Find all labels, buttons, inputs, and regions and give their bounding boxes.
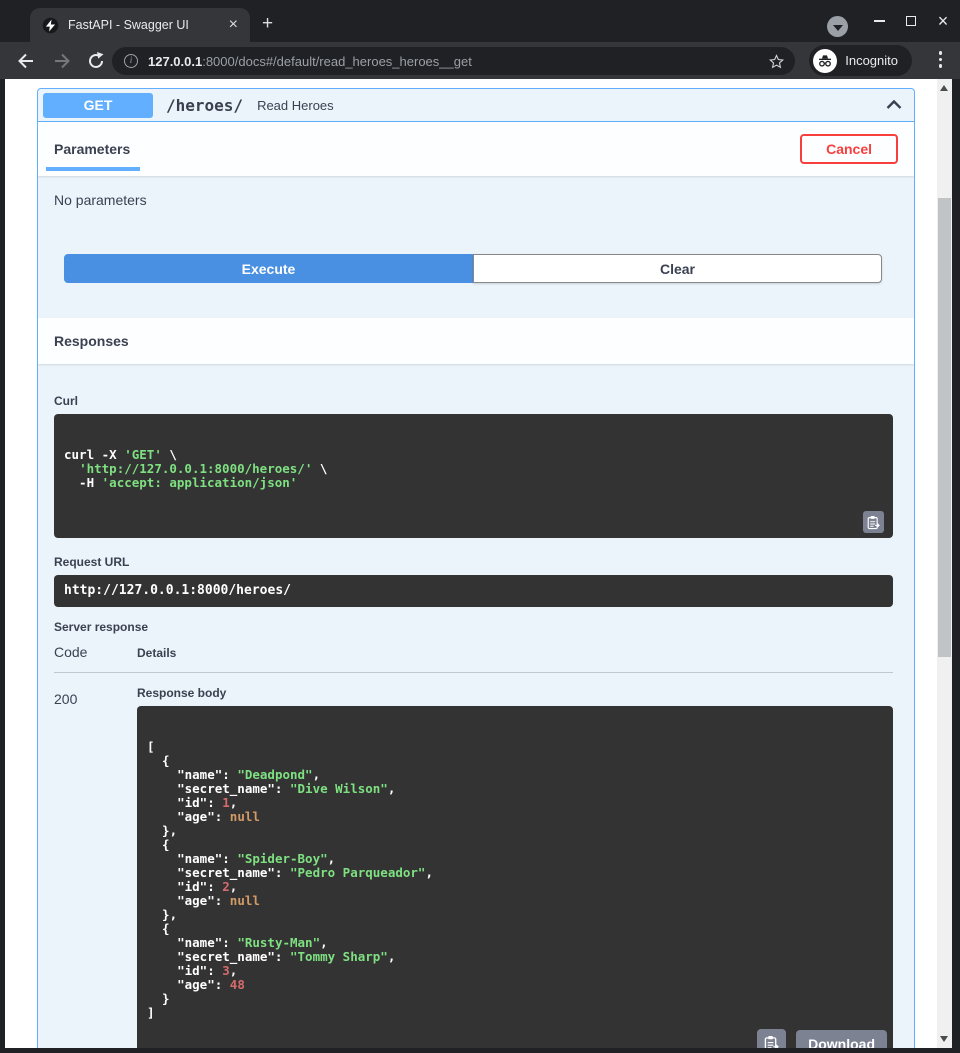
scrollbar-thumb[interactable] xyxy=(938,198,951,657)
url-bar[interactable]: i 127.0.0.1:8000/docs#/default/read_hero… xyxy=(112,47,795,75)
tab-strip: FastAPI - Swagger UI × + × xyxy=(0,0,960,42)
window-controls: × xyxy=(872,0,950,42)
status-code: 200 xyxy=(54,686,137,1048)
curl-command-block: curl -X 'GET' \ 'http://127.0.0.1:8000/h… xyxy=(54,414,893,538)
response-body-json: [ { "name": "Deadpond", "secret_name": "… xyxy=(147,740,883,1020)
request-url-label: Request URL xyxy=(54,555,893,569)
server-response-label: Server response xyxy=(54,620,893,634)
minimize-icon xyxy=(874,20,885,22)
new-tab-button[interactable]: + xyxy=(262,14,273,33)
incognito-badge: Incognito xyxy=(809,45,912,76)
close-button[interactable]: × xyxy=(936,14,950,28)
response-table-header: Code Details xyxy=(54,644,893,673)
clear-button[interactable]: Clear xyxy=(473,254,882,283)
browser-menu-button[interactable] xyxy=(939,51,943,68)
site-info-icon[interactable]: i xyxy=(124,54,138,68)
responses-body: Curl curl -X 'GET' \ 'http://127.0.0.1:8… xyxy=(38,364,914,1048)
browser-toolbar: i 127.0.0.1:8000/docs#/default/read_hero… xyxy=(0,42,960,79)
request-url-value: http://127.0.0.1:8000/heroes/ xyxy=(64,583,291,598)
close-icon: × xyxy=(938,14,949,28)
vertical-scrollbar[interactable] xyxy=(937,79,952,1048)
method-badge: GET xyxy=(43,93,153,118)
download-button[interactable]: Download xyxy=(796,1030,887,1049)
bookmark-star-icon[interactable] xyxy=(768,53,785,70)
tab-close-icon[interactable]: × xyxy=(225,17,242,33)
curl-command-text: curl -X 'GET' \ 'http://127.0.0.1:8000/h… xyxy=(64,448,853,490)
execute-button[interactable]: Execute xyxy=(64,254,473,283)
minimize-button[interactable] xyxy=(872,14,886,28)
endpoint-path: /heroes/ xyxy=(166,96,243,115)
responses-header: Responses xyxy=(38,318,914,364)
clipboard-icon xyxy=(764,1035,779,1048)
tab-search-button[interactable] xyxy=(827,16,848,37)
incognito-label: Incognito xyxy=(845,53,898,68)
tab-title: FastAPI - Swagger UI xyxy=(68,18,225,32)
cancel-button[interactable]: Cancel xyxy=(800,134,898,164)
opblock-summary[interactable]: GET /heroes/ Read Heroes xyxy=(38,89,914,122)
url-host: 127.0.0.1 xyxy=(148,54,202,69)
collapse-chevron-icon[interactable] xyxy=(882,93,906,117)
code-column-header: Code xyxy=(54,644,137,660)
maximize-button[interactable] xyxy=(904,14,918,28)
chevron-down-icon xyxy=(833,25,843,31)
parameters-header: Parameters Cancel xyxy=(38,122,914,176)
forward-button[interactable] xyxy=(52,51,72,71)
incognito-icon xyxy=(813,49,837,73)
response-row-200: 200 Response body [ { "name": "Deadpond"… xyxy=(54,673,893,1048)
url-path: :8000/docs#/default/read_heroes_heroes__… xyxy=(202,54,472,69)
response-body-label: Response body xyxy=(137,686,893,700)
details-column-header: Details xyxy=(137,646,176,660)
scroll-down-arrow-icon[interactable] xyxy=(940,1036,948,1042)
response-body-block: [ { "name": "Deadpond", "secret_name": "… xyxy=(137,706,893,1048)
curl-label: Curl xyxy=(54,394,893,408)
parameters-title: Parameters xyxy=(54,141,130,157)
back-button[interactable] xyxy=(16,51,36,71)
no-parameters-text: No parameters xyxy=(54,192,898,208)
endpoint-summary: Read Heroes xyxy=(257,98,882,113)
page-background: GET /heroes/ Read Heroes Parameters Canc… xyxy=(0,79,960,1053)
opblock-get-heroes: GET /heroes/ Read Heroes Parameters Canc… xyxy=(37,88,915,1048)
responses-title: Responses xyxy=(54,333,129,349)
parameters-tab-underline xyxy=(46,167,140,171)
fastapi-favicon-icon xyxy=(42,17,59,34)
browser-tab[interactable]: FastAPI - Swagger UI × xyxy=(30,8,250,42)
maximize-icon xyxy=(906,16,916,26)
scroll-up-arrow-icon[interactable] xyxy=(940,85,948,91)
server-response-table: Code Details 200 Response body [ { "name… xyxy=(54,644,893,1048)
execute-button-group: Execute Clear xyxy=(64,254,882,283)
copy-response-button[interactable] xyxy=(757,1029,786,1048)
request-url-block: http://127.0.0.1:8000/heroes/ xyxy=(54,575,893,607)
url-text: 127.0.0.1:8000/docs#/default/read_heroes… xyxy=(148,54,768,69)
page-viewport: GET /heroes/ Read Heroes Parameters Canc… xyxy=(5,79,952,1048)
reload-button[interactable] xyxy=(86,51,106,71)
copy-curl-button[interactable] xyxy=(863,511,884,533)
clipboard-icon xyxy=(867,515,880,530)
